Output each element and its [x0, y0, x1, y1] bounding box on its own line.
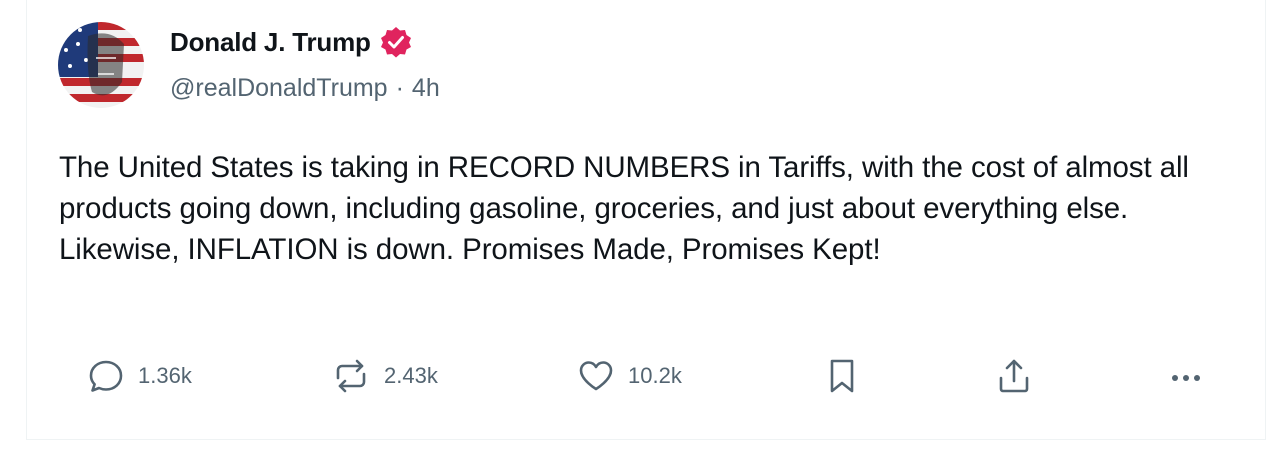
page-margin [0, 0, 26, 456]
meta-separator: · [395, 74, 404, 102]
post-actions: 1.36k 2.43k 10.2k [86, 352, 1216, 402]
share-button[interactable] [994, 352, 1034, 400]
author-display-name[interactable]: Donald J. Trump [170, 27, 371, 58]
avatar-image [58, 22, 144, 108]
comment-bubble-icon [89, 360, 123, 392]
bookmark-icon [830, 359, 854, 393]
avatar[interactable] [58, 22, 144, 108]
post-timestamp[interactable]: 4h [412, 74, 440, 103]
repost-arrows-icon [336, 359, 366, 393]
repost-button[interactable]: 2.43k [330, 352, 438, 400]
repost-count: 2.43k [384, 363, 438, 388]
verified-badge-icon [380, 27, 411, 58]
like-count: 10.2k [628, 363, 682, 388]
author-name-row: Donald J. Trump [170, 24, 413, 60]
author-handle[interactable]: @realDonaldTrump [170, 74, 388, 103]
reply-count: 1.36k [138, 363, 192, 388]
share-upload-icon [999, 359, 1029, 393]
heart-icon [579, 361, 613, 391]
post-text: The United States is taking in RECORD NU… [59, 151, 1189, 266]
author-meta: @realDonaldTrump · 4h [170, 74, 440, 103]
more-options-button[interactable] [1166, 352, 1206, 400]
reply-button[interactable]: 1.36k [86, 352, 192, 400]
bookmark-button[interactable] [824, 352, 860, 400]
like-button[interactable]: 10.2k [576, 352, 682, 400]
more-dots-icon [1172, 375, 1200, 381]
